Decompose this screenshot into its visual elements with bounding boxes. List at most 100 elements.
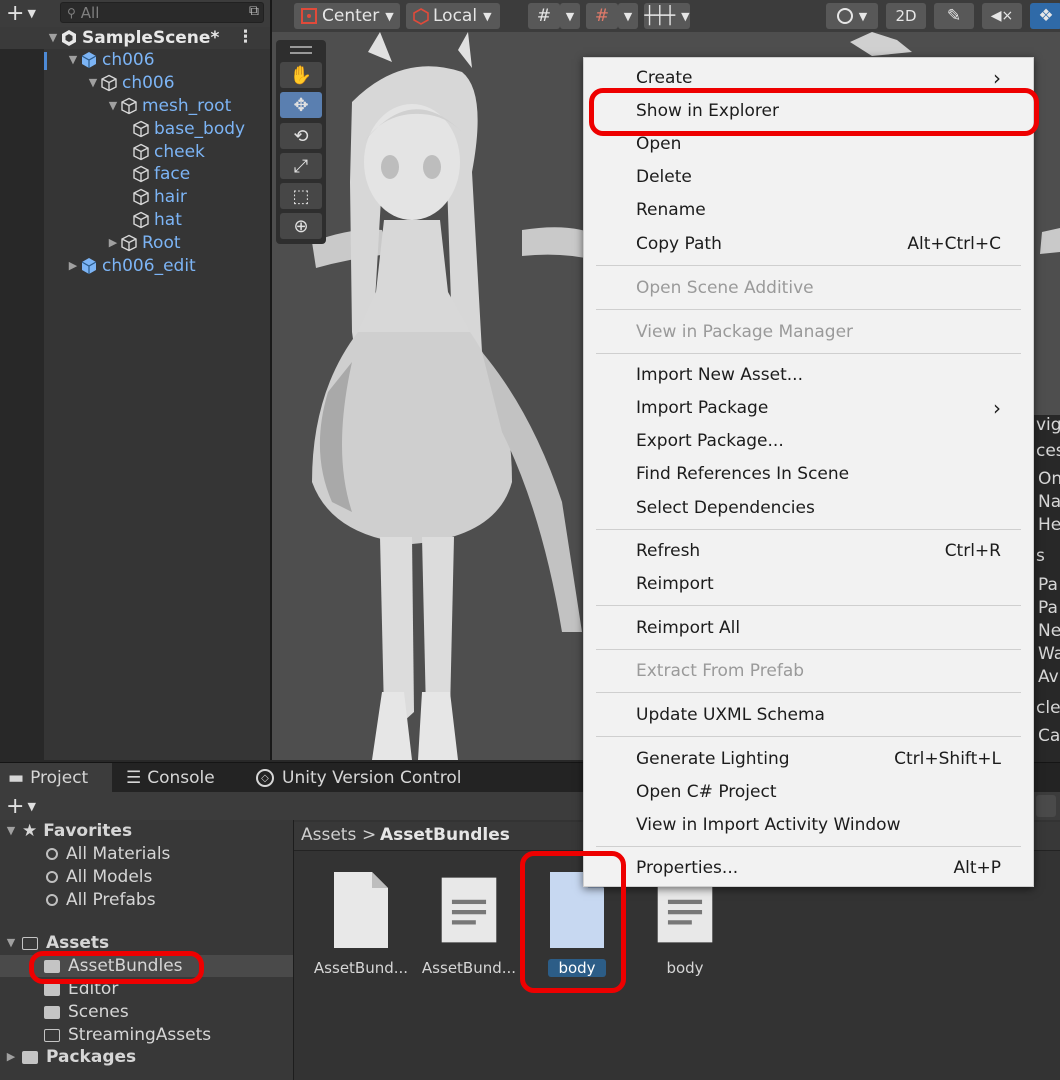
rotate-tool-button[interactable]: ⟲ [280, 123, 322, 149]
menu-item-reimport[interactable]: Reimport [636, 568, 1001, 601]
increment-snap-dropdown[interactable]: ▼ [618, 3, 638, 29]
menu-separator [596, 605, 1021, 606]
shading-mode-dropdown[interactable]: ▼ [826, 3, 878, 29]
move-tool-button[interactable]: ✥ [280, 92, 322, 118]
inspector-fragment: vig [1036, 415, 1060, 435]
inspector-fragment: Ne [1038, 621, 1060, 641]
transform-tool-button[interactable]: ⊕ [280, 213, 322, 239]
menu-label: Open C# Project [636, 782, 777, 802]
hierarchy-item-mesh-root[interactable]: ▼ mesh_root [106, 95, 231, 117]
tree-favorites[interactable]: ▼ ★ Favorites [4, 820, 132, 842]
menu-item-export-package[interactable]: Export Package... [636, 425, 1001, 458]
tab-unity-version-control[interactable]: ◇ Unity Version Control [248, 763, 469, 793]
asset-item[interactable]: AssetBund... [420, 870, 518, 977]
tools-grip[interactable] [290, 46, 312, 54]
menu-item-update-uxml-schema[interactable]: Update UXML Schema [636, 699, 1001, 732]
tree-scenes[interactable]: Scenes [44, 1001, 129, 1023]
chevron-down-icon: ▼ [385, 9, 394, 23]
breadcrumb-root[interactable]: Assets [301, 825, 356, 845]
asset-item[interactable]: AssetBund... [312, 870, 410, 977]
menu-item-view-in-package-manager: View in Package Manager [636, 316, 1001, 349]
hierarchy-item-base-body[interactable]: base_body [132, 118, 245, 140]
folder-open-icon [22, 936, 38, 950]
menu-item-import-new-asset[interactable]: Import New Asset... [636, 359, 1001, 392]
gameobject-cube-icon [133, 211, 149, 229]
tab-project[interactable]: ▬ Project [0, 763, 112, 793]
menu-label: Import New Asset... [636, 365, 803, 385]
add-button[interactable]: + ▼ [6, 0, 36, 26]
hierarchy-item-ch006-child[interactable]: ▼ ch006 [86, 72, 175, 94]
menu-item-select-dependencies[interactable]: Select Dependencies [636, 492, 1001, 525]
expand-triangle-icon[interactable]: ▼ [66, 49, 80, 71]
hierarchy-item-hat[interactable]: hat [132, 209, 182, 231]
menu-item-generate-lighting[interactable]: Generate Lighting Ctrl+Shift+L [636, 743, 1001, 776]
tree-all-materials[interactable]: All Materials [46, 843, 170, 865]
menu-item-delete[interactable]: Delete [636, 161, 1001, 194]
expand-triangle-icon[interactable]: ▼ [4, 820, 18, 842]
search-icon [46, 894, 58, 906]
create-button[interactable]: + ▼ [6, 792, 36, 820]
tree-packages[interactable]: ▶ Packages [4, 1046, 136, 1068]
menu-item-import-package[interactable]: Import Package › [636, 392, 1001, 425]
hand-tool-button[interactable]: ✋ [280, 62, 322, 88]
tree-all-prefabs[interactable]: All Prefabs [46, 889, 156, 911]
transform-icon: ⊕ [293, 215, 309, 237]
scale-tool-button[interactable]: ⤢ [280, 153, 322, 179]
menu-item-open-csharp-project[interactable]: Open C# Project [636, 776, 1001, 809]
gameobject-cube-icon [133, 165, 149, 183]
tree-label: All Models [66, 867, 153, 887]
folder-icon [22, 1050, 38, 1064]
2d-toggle-button[interactable]: 2D [886, 3, 926, 29]
pivot-dropdown[interactable]: Center ▼ [294, 3, 400, 29]
hierarchy-item-hair[interactable]: hair [132, 186, 187, 208]
hierarchy-item-ch006-edit[interactable]: ▶ ch006_edit [66, 255, 196, 277]
effects-toggle-button[interactable]: ❖ [1030, 3, 1060, 29]
hierarchy-search-input[interactable]: ⚲ All ⧉ [60, 2, 264, 23]
expand-triangle-icon[interactable]: ▶ [106, 232, 120, 254]
tree-streamingassets[interactable]: StreamingAssets [44, 1024, 211, 1046]
scene-root-row[interactable]: ▼ SampleScene* ⋮ [0, 27, 270, 49]
expand-triangle-icon[interactable]: ▶ [66, 255, 80, 277]
breadcrumb-current[interactable]: AssetBundles [380, 825, 510, 845]
lock-icon[interactable]: ⧉ [249, 3, 259, 19]
menu-item-rename[interactable]: Rename [636, 194, 1001, 227]
menu-item-copy-path[interactable]: Copy Path Alt+Ctrl+C [636, 228, 1001, 261]
star-icon: ★ [22, 821, 38, 841]
expand-triangle-icon[interactable]: ▶ [4, 1046, 18, 1068]
menu-item-refresh[interactable]: Refresh Ctrl+R [636, 535, 1001, 568]
scene-menu-icon[interactable]: ⋮ [237, 27, 254, 47]
tree-label: Scenes [68, 1002, 129, 1022]
expand-triangle-icon[interactable]: ▼ [86, 72, 100, 94]
tab-label: Unity Version Control [282, 768, 462, 788]
menu-item-find-references-in-scene[interactable]: Find References In Scene [636, 458, 1001, 491]
pivot-label: Center [322, 6, 380, 26]
inspector-fragment: Pa [1038, 598, 1058, 618]
lighting-toggle-button[interactable]: ✎ [934, 3, 974, 29]
expand-triangle-icon[interactable]: ▼ [106, 95, 120, 117]
hierarchy-item-root[interactable]: ▶ Root [106, 232, 181, 254]
tree-all-models[interactable]: All Models [46, 866, 152, 888]
expand-triangle-icon[interactable]: ▼ [46, 27, 60, 49]
toolbar-right-button[interactable] [1036, 795, 1056, 817]
inspector-fragment: Na [1038, 492, 1060, 512]
audio-toggle-button[interactable]: ◀× [982, 3, 1022, 29]
menu-shortcut: Alt+P [953, 858, 1001, 878]
hierarchy-item-face[interactable]: face [132, 163, 190, 185]
expand-triangle-icon[interactable]: ▼ [4, 932, 18, 954]
hierarchy-item-cheek[interactable]: cheek [132, 141, 205, 163]
tab-console[interactable]: ☰ Console [118, 763, 223, 793]
gameobject-cube-icon [121, 97, 137, 115]
chevron-down-icon: ▼ [858, 9, 868, 23]
menu-separator [596, 692, 1021, 693]
menu-item-properties[interactable]: Properties... Alt+P [636, 852, 1001, 885]
hierarchy-item-ch006-prefab[interactable]: ▼ ch006 [66, 49, 155, 71]
menu-item-view-in-import-activity-window[interactable]: View in Import Activity Window [636, 809, 1001, 842]
increment-snap-button[interactable]: # [586, 3, 618, 29]
space-dropdown[interactable]: Local ▼ [406, 3, 500, 29]
ruler-button[interactable]: ┼┼┼ ▼ [644, 3, 690, 29]
menu-item-reimport-all[interactable]: Reimport All [636, 612, 1001, 645]
grid-snap-dropdown[interactable]: ▼ [560, 3, 580, 29]
grid-snap-button[interactable]: # [528, 3, 560, 29]
menu-separator [596, 736, 1021, 737]
rect-tool-button[interactable]: ⬚ [280, 183, 322, 209]
